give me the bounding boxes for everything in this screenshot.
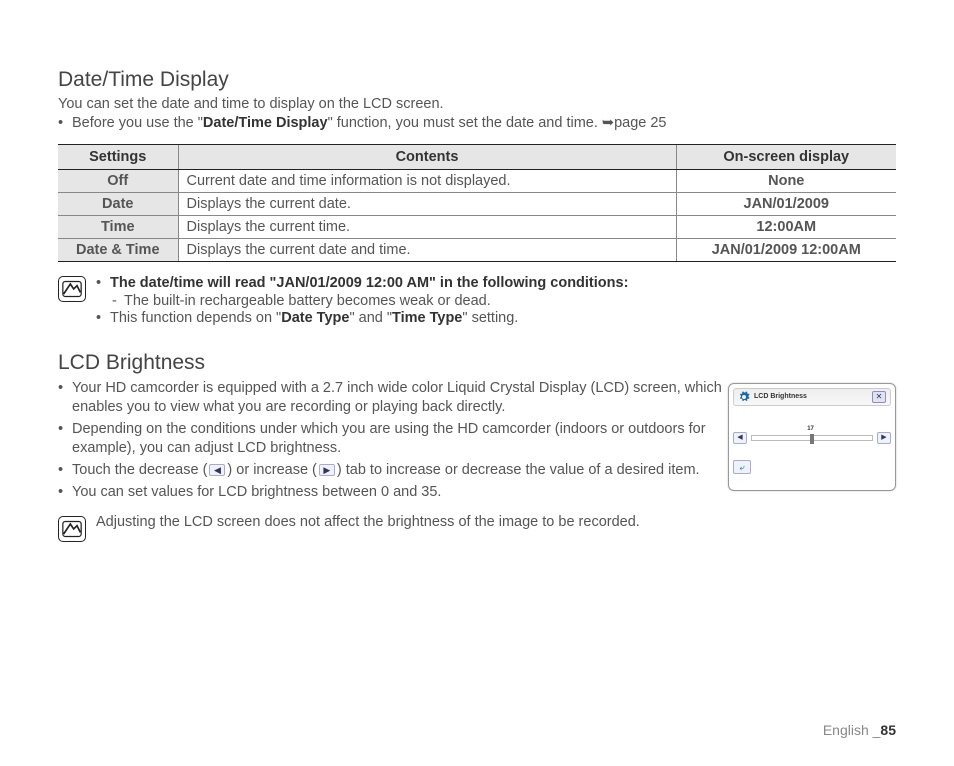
section-date-time: Date/Time Display You can set the date a… xyxy=(58,68,896,329)
note-icon xyxy=(58,276,86,302)
page-footer: English _85 xyxy=(823,722,896,738)
col-contents: Contents xyxy=(178,144,676,169)
list-item: You can set values for LCD brightness be… xyxy=(58,483,728,503)
note-line: The date/time will read "JAN/01/2009 12:… xyxy=(96,274,628,294)
note-line: This function depends on "Date Type" and… xyxy=(96,309,628,329)
lcd-brightness-panel: LCD Brightness ✕ ◀ 17 ▶ ⤶ xyxy=(728,383,896,491)
intro-text: You can set the date and time to display… xyxy=(58,96,896,112)
col-display: On-screen display xyxy=(676,144,896,169)
page-ref-arrow-icon: ➥ xyxy=(602,115,614,131)
lcd-panel-header: LCD Brightness ✕ xyxy=(733,388,891,406)
close-icon[interactable]: ✕ xyxy=(872,391,886,403)
table-row: Off Current date and time information is… xyxy=(58,169,896,192)
list-item: Your HD camcorder is equipped with a 2.7… xyxy=(58,379,728,418)
note-block: The date/time will read "JAN/01/2009 12:… xyxy=(58,274,896,329)
note-dash-line: The built-in rechargeable battery become… xyxy=(96,293,628,309)
note-text: Adjusting the LCD screen does not affect… xyxy=(96,514,640,530)
table-header-row: Settings Contents On-screen display xyxy=(58,144,896,169)
slider-value: 17 xyxy=(807,426,814,432)
brightness-slider[interactable]: 17 xyxy=(751,435,873,441)
list-item: Depending on the conditions under which … xyxy=(58,420,728,459)
settings-table: Settings Contents On-screen display Off … xyxy=(58,144,896,262)
lcd-panel-title: LCD Brightness xyxy=(754,393,868,400)
section-title: LCD Brightness xyxy=(58,351,896,375)
table-row: Date Displays the current date. JAN/01/2… xyxy=(58,192,896,215)
section-lcd-brightness: LCD Brightness LCD Brightness ✕ ◀ 17 ▶ ⤶… xyxy=(58,351,896,542)
decrease-button[interactable]: ◀ xyxy=(733,432,747,444)
table-row: Date & Time Displays the current date an… xyxy=(58,238,896,261)
note-block: Adjusting the LCD screen does not affect… xyxy=(58,514,896,542)
increase-arrow-icon: ▶ xyxy=(319,464,335,476)
gear-icon xyxy=(738,391,750,403)
slider-thumb[interactable] xyxy=(810,434,814,444)
list-item: Touch the decrease (◀) or increase (▶) t… xyxy=(58,461,728,481)
section-title: Date/Time Display xyxy=(58,68,896,92)
col-settings: Settings xyxy=(58,144,178,169)
note-icon xyxy=(58,516,86,542)
decrease-arrow-icon: ◀ xyxy=(209,464,225,476)
table-row: Time Displays the current time. 12:00AM xyxy=(58,215,896,238)
increase-button[interactable]: ▶ xyxy=(877,432,891,444)
back-button[interactable]: ⤶ xyxy=(733,460,751,474)
prerequisite-note: Before you use the "Date/Time Display" f… xyxy=(58,114,896,134)
